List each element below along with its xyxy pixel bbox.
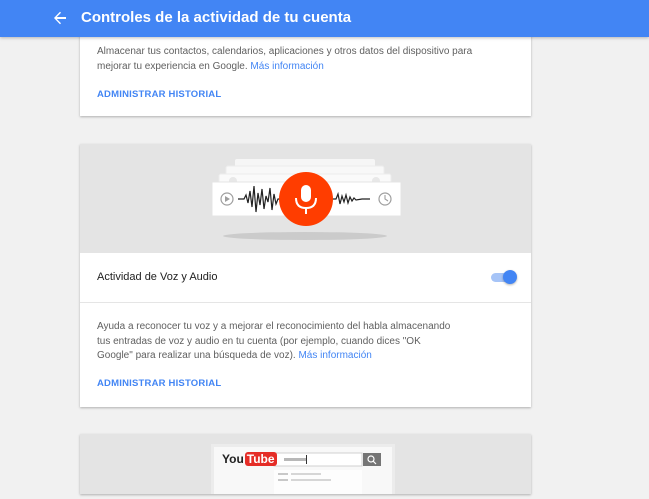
voice-audio-description: Ayuda a reconocer tu voz y a mejorar el … [97, 321, 451, 361]
toggle-knob [503, 270, 517, 284]
voice-more-info-link[interactable]: Más información [298, 350, 371, 361]
voice-illustration [80, 144, 531, 253]
device-info-description: Almacenar tus contactos, calendarios, ap… [97, 46, 473, 72]
voice-waveform-illustration [211, 159, 402, 240]
back-button[interactable] [51, 9, 69, 27]
divider [80, 302, 531, 303]
voice-manage-history-button[interactable]: ADMINISTRAR HISTORIAL [97, 378, 221, 389]
app-bar: Controles de la actividad de tu cuenta [0, 0, 649, 37]
youtube-illustration: You Tube [80, 434, 531, 499]
device-manage-history-button[interactable]: ADMINISTRAR HISTORIAL [97, 89, 221, 100]
youtube-logo: You Tube [222, 452, 277, 466]
voice-audio-title: Actividad de Voz y Audio [97, 271, 218, 283]
microphone-icon [279, 172, 333, 226]
arrow-back-icon [54, 11, 66, 25]
youtube-card: You Tube [80, 434, 531, 499]
youtube-search-illustration [211, 444, 395, 499]
voice-audio-card: Actividad de Voz y Audio Ayuda a reconoc… [80, 144, 531, 407]
voice-audio-toggle[interactable] [491, 269, 517, 285]
device-more-info-link[interactable]: Más información [250, 61, 323, 72]
page-title: Controles de la actividad de tu cuenta [81, 9, 352, 26]
